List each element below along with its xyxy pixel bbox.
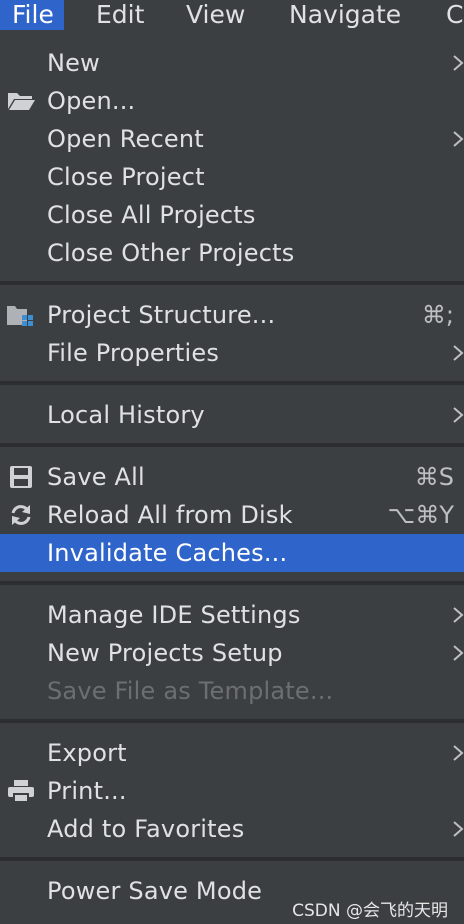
menu-item-file-properties[interactable]: File Properties bbox=[0, 334, 464, 372]
menu-item-save-file-as-template: Save File as Template... bbox=[0, 672, 464, 710]
save-icon bbox=[6, 465, 36, 489]
menu-item-invalidate-caches[interactable]: Invalidate Caches... bbox=[0, 534, 464, 572]
menu-item-manage-ide-settings[interactable]: Manage IDE Settings bbox=[0, 596, 464, 634]
menu-separator bbox=[0, 719, 464, 723]
menu-item-label: Local History bbox=[47, 401, 205, 429]
menu-code[interactable]: C bbox=[446, 0, 463, 30]
printer-icon bbox=[6, 779, 36, 803]
watermark: CSDN @会飞的天明 bbox=[292, 901, 448, 921]
shortcut-label: ⌥⌘Y bbox=[387, 501, 454, 529]
menu-item-close-other-projects[interactable]: Close Other Projects bbox=[0, 234, 464, 272]
chevron-right-icon bbox=[453, 407, 464, 423]
menu-item-save-all[interactable]: Save All ⌘S bbox=[0, 458, 464, 496]
menu-edit[interactable]: Edit bbox=[96, 0, 144, 30]
menu-item-open-recent[interactable]: Open Recent bbox=[0, 120, 464, 158]
menu-item-label: Invalidate Caches... bbox=[47, 539, 288, 567]
file-menu-dropdown: New Open... Open Recent Close Project Cl… bbox=[0, 30, 464, 924]
menu-item-new[interactable]: New bbox=[0, 44, 464, 82]
chevron-right-icon bbox=[453, 645, 464, 661]
menu-item-label: New Projects Setup bbox=[47, 639, 283, 667]
chevron-right-icon bbox=[453, 55, 464, 71]
menu-item-label: Reload All from Disk bbox=[47, 501, 293, 529]
chevron-right-icon bbox=[453, 345, 464, 361]
menu-separator bbox=[0, 581, 464, 585]
chevron-right-icon bbox=[453, 821, 464, 837]
menu-item-label: Project Structure... bbox=[47, 301, 276, 329]
menu-item-label: Export bbox=[47, 739, 127, 767]
menu-item-close-all-projects[interactable]: Close All Projects bbox=[0, 196, 464, 234]
menu-item-label: Close Other Projects bbox=[47, 239, 295, 267]
menu-item-new-projects-setup[interactable]: New Projects Setup bbox=[0, 634, 464, 672]
menu-separator bbox=[0, 857, 464, 861]
menu-item-open[interactable]: Open... bbox=[0, 82, 464, 120]
project-structure-icon bbox=[6, 303, 36, 327]
menu-item-label: Power Save Mode bbox=[47, 877, 263, 905]
menu-item-close-project[interactable]: Close Project bbox=[0, 158, 464, 196]
menu-item-project-structure[interactable]: Project Structure... ⌘; bbox=[0, 296, 464, 334]
menu-item-label: Open... bbox=[47, 87, 136, 115]
chevron-right-icon bbox=[453, 745, 464, 761]
menu-view[interactable]: View bbox=[186, 0, 245, 30]
menu-item-label: Save File as Template... bbox=[47, 677, 334, 705]
menu-item-label: Close Project bbox=[47, 163, 205, 191]
menu-item-label: Save All bbox=[47, 463, 145, 491]
shortcut-label: ⌘S bbox=[414, 463, 454, 491]
menu-navigate[interactable]: Navigate bbox=[289, 0, 401, 30]
shortcut-label: ⌘; bbox=[421, 301, 454, 329]
menu-item-export[interactable]: Export bbox=[0, 734, 464, 772]
menu-item-label: Close All Projects bbox=[47, 201, 256, 229]
menu-item-reload-all[interactable]: Reload All from Disk ⌥⌘Y bbox=[0, 496, 464, 534]
menu-separator bbox=[0, 443, 464, 447]
menu-item-add-to-favorites[interactable]: Add to Favorites bbox=[0, 810, 464, 848]
menu-item-print[interactable]: Print... bbox=[0, 772, 464, 810]
menu-item-label: New bbox=[47, 49, 100, 77]
menu-item-label: Print... bbox=[47, 777, 127, 805]
menu-item-label: Manage IDE Settings bbox=[47, 601, 301, 629]
menu-bar: File Edit View Navigate C bbox=[0, 0, 464, 30]
menu-file[interactable]: File bbox=[0, 0, 64, 30]
chevron-right-icon bbox=[453, 131, 464, 147]
menu-item-local-history[interactable]: Local History bbox=[0, 396, 464, 434]
chevron-right-icon bbox=[453, 607, 464, 623]
reload-icon bbox=[6, 503, 36, 527]
menu-item-label: Add to Favorites bbox=[47, 815, 245, 843]
menu-separator bbox=[0, 381, 464, 385]
menu-item-label: File Properties bbox=[47, 339, 220, 367]
menu-item-label: Open Recent bbox=[47, 125, 204, 153]
folder-open-icon bbox=[6, 89, 36, 113]
menu-separator bbox=[0, 281, 464, 285]
